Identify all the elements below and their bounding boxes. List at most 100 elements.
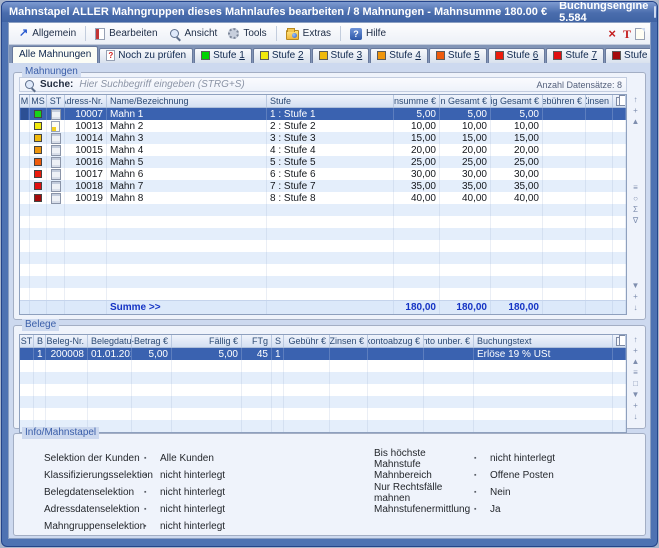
menu-allgemein[interactable]: ↗ Allgemein bbox=[14, 26, 81, 41]
cell-offen: 5,00 bbox=[440, 108, 491, 120]
column-header-mahnsumme[interactable]: Mahnsumme € bbox=[394, 95, 440, 107]
table-row[interactable]: 120000801.01.20175,005,00451Erlöse 19 % … bbox=[20, 348, 626, 360]
menu-hilfe[interactable]: ? Hilfe bbox=[345, 26, 391, 42]
delete-icon[interactable]: × bbox=[605, 27, 619, 40]
tab-stufe-8[interactable]: Stufe 8 bbox=[605, 48, 651, 63]
table-row[interactable]: 10019Mahn 88 : Stufe 840,0040,0040,00 bbox=[20, 192, 626, 204]
grid-nav-icon[interactable]: ≡ bbox=[633, 367, 638, 378]
column-header-gebuehren[interactable]: Gebühren € bbox=[543, 95, 586, 107]
grid-nav-icon[interactable]: ▲ bbox=[632, 356, 640, 367]
menu-tools[interactable]: Tools bbox=[223, 26, 271, 41]
cell-faellig bbox=[491, 240, 543, 252]
cell-zinsen bbox=[330, 372, 368, 384]
grid-nav-icon[interactable]: Σ bbox=[633, 204, 638, 215]
column-header-gebuehr[interactable]: Gebühr € bbox=[284, 335, 330, 347]
cell-ftg: 45 bbox=[242, 348, 272, 360]
cell-st bbox=[47, 301, 65, 314]
cell-s: 1 bbox=[272, 348, 284, 360]
tab-stufe-4[interactable]: Stufe 4 bbox=[370, 48, 428, 63]
copy-column-header[interactable] bbox=[613, 95, 626, 107]
grid-nav-icon[interactable]: ∇ bbox=[633, 215, 638, 226]
cell-zinsen bbox=[586, 276, 613, 288]
cell-m bbox=[20, 108, 30, 120]
column-header-name[interactable]: Name/Bezeichnung bbox=[107, 95, 267, 107]
column-header-adress[interactable]: Adress-Nr. bbox=[65, 95, 107, 107]
grid-nav-icon[interactable]: ▼ bbox=[632, 389, 640, 400]
grid-nav-icon[interactable]: ↑ bbox=[634, 334, 638, 345]
table-row[interactable]: 10016Mahn 55 : Stufe 525,0025,0025,00 bbox=[20, 156, 626, 168]
tab-alle-mahnungen[interactable]: Alle Mahnungen bbox=[12, 46, 98, 63]
grid-nav-icon[interactable]: ▼ bbox=[632, 280, 640, 291]
copy-column-header[interactable] bbox=[613, 335, 626, 347]
cell-copy bbox=[613, 192, 626, 204]
cell-copy bbox=[613, 120, 626, 132]
cell-faellig bbox=[172, 384, 242, 396]
tab-stufe-1[interactable]: Stufe 1 bbox=[194, 48, 252, 63]
grid-nav-icon[interactable]: + bbox=[633, 291, 638, 302]
menu-bearbeiten[interactable]: Bearbeiten bbox=[90, 26, 162, 42]
grid-nav-icon[interactable]: + bbox=[633, 105, 638, 116]
record-count-label: Anzahl Datensätze: 8 bbox=[536, 80, 622, 90]
tab-stufe-3[interactable]: Stufe 3 bbox=[312, 48, 370, 63]
new-document-icon[interactable] bbox=[635, 28, 645, 40]
column-header-zinsen[interactable]: Zinsen bbox=[586, 95, 613, 107]
pin-icon[interactable]: T bbox=[620, 28, 634, 40]
column-header-s[interactable]: S bbox=[272, 335, 284, 347]
empty-row bbox=[20, 264, 626, 276]
menu-extras[interactable]: Extras bbox=[281, 26, 336, 42]
cell-ms bbox=[30, 216, 47, 228]
tab-noch-zu-prüfen[interactable]: ?Noch zu prüfen bbox=[99, 48, 193, 63]
cell-adress bbox=[65, 276, 107, 288]
tab-stufe-6[interactable]: Stufe 6 bbox=[488, 48, 546, 63]
column-header-ms[interactable]: MS bbox=[30, 95, 47, 107]
column-header-zinsen[interactable]: Zinsen € bbox=[330, 335, 368, 347]
table-row[interactable]: 10017Mahn 66 : Stufe 630,0030,0030,00 bbox=[20, 168, 626, 180]
search-icon bbox=[24, 79, 36, 91]
grid-nav-icon[interactable]: + bbox=[633, 345, 638, 356]
column-header-m[interactable]: M bbox=[20, 95, 30, 107]
column-header-beleg_nr[interactable]: Beleg-Nr. bbox=[46, 335, 88, 347]
table-row[interactable]: 10015Mahn 44 : Stufe 420,0020,0020,00 bbox=[20, 144, 626, 156]
tab-stufe-5[interactable]: Stufe 5 bbox=[429, 48, 487, 63]
tab-stufe-7[interactable]: Stufe 7 bbox=[546, 48, 604, 63]
grid-nav-icon[interactable]: ↑ bbox=[634, 94, 638, 105]
column-header-belegdatum[interactable]: Belegdatum bbox=[88, 335, 132, 347]
column-header-ftg[interactable]: FTg bbox=[242, 335, 272, 347]
column-header-st[interactable]: ST bbox=[47, 95, 65, 107]
restore-icon[interactable] bbox=[654, 6, 656, 18]
cell-gebuehren bbox=[543, 108, 586, 120]
grid-nav-icon[interactable]: ≡ bbox=[633, 182, 638, 193]
table-row[interactable]: 10007Mahn 11 : Stufe 15,005,005,00 bbox=[20, 108, 626, 120]
menu-ansicht[interactable]: Ansicht bbox=[164, 26, 223, 42]
grid-nav-icon[interactable]: + bbox=[633, 400, 638, 411]
grid-nav-icon[interactable]: □ bbox=[633, 378, 638, 389]
column-header-offen[interactable]: Offen Gesamt € bbox=[440, 95, 491, 107]
grid-nav-icon[interactable]: ○ bbox=[633, 193, 638, 204]
toolbar-separator bbox=[85, 26, 86, 41]
column-header-faellig[interactable]: Fällig Gesamt € bbox=[491, 95, 543, 107]
column-header-stufe[interactable]: Stufe bbox=[267, 95, 394, 107]
table-row[interactable]: 10018Mahn 77 : Stufe 735,0035,0035,00 bbox=[20, 180, 626, 192]
grid-nav-icon[interactable]: ↓ bbox=[634, 411, 638, 422]
column-header-buchungstext[interactable]: Buchungstext bbox=[474, 335, 613, 347]
cell-faellig: 10,00 bbox=[491, 120, 543, 132]
tab-stufe-2[interactable]: Stufe 2 bbox=[253, 48, 311, 63]
grid-nav-icon[interactable]: ▲ bbox=[632, 116, 640, 127]
cell-stufe bbox=[267, 264, 394, 276]
column-header-st[interactable]: ST bbox=[20, 335, 34, 347]
cell-ftg bbox=[242, 384, 272, 396]
cell-mahnsumme bbox=[394, 228, 440, 240]
cell-rg_betrag bbox=[132, 396, 172, 408]
table-row[interactable]: 10013Mahn 22 : Stufe 210,0010,0010,00 bbox=[20, 120, 626, 132]
search-input[interactable] bbox=[77, 78, 532, 91]
table-row[interactable]: 10014Mahn 33 : Stufe 315,0015,0015,00 bbox=[20, 132, 626, 144]
column-header-faellig[interactable]: Fällig € bbox=[172, 335, 242, 347]
column-header-b[interactable]: B bbox=[34, 335, 46, 347]
column-header-skonto_unber[interactable]: Skonto unber. € bbox=[424, 335, 474, 347]
column-header-rg_betrag[interactable]: Rg.-Betrag € bbox=[132, 335, 172, 347]
cell-mahnsumme: 15,00 bbox=[394, 132, 440, 144]
column-header-skontoabzug[interactable]: Skontoabzug € bbox=[368, 335, 424, 347]
cell-name: Mahn 4 bbox=[107, 144, 267, 156]
grid-nav-icon[interactable]: ↓ bbox=[634, 302, 638, 313]
cell-beleg_nr bbox=[46, 408, 88, 420]
